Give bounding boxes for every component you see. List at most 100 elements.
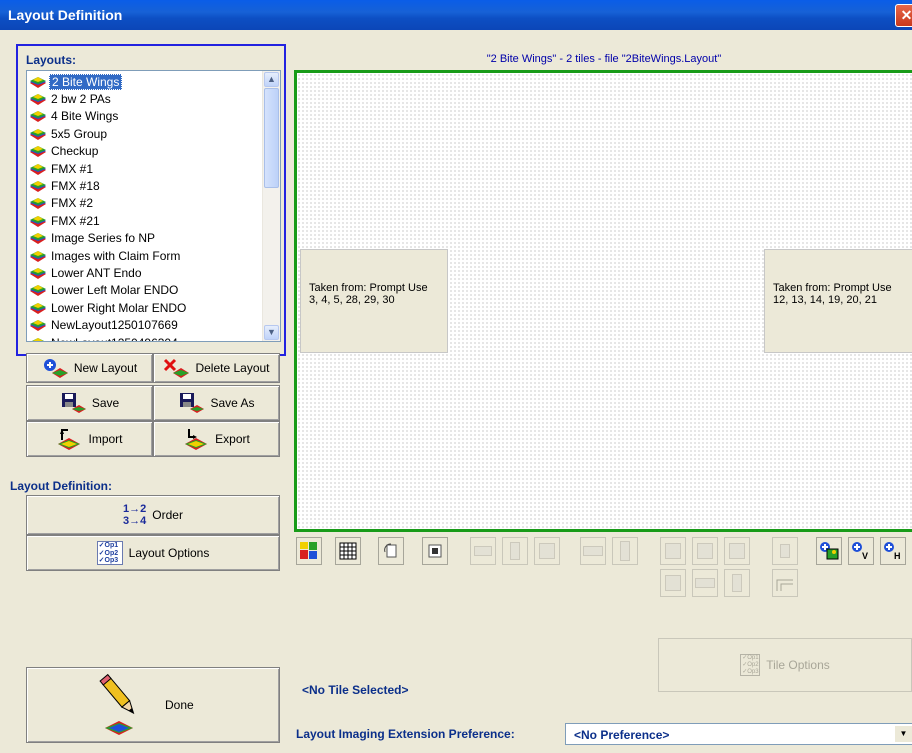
layout-list-item-label: NewLayout1250107669 bbox=[51, 318, 178, 333]
layout-list-item-label: NewLayout1250496304 bbox=[49, 336, 180, 341]
add-horizontal-icon[interactable]: H bbox=[880, 537, 906, 565]
layout-list-item[interactable]: FMX #21 bbox=[27, 212, 265, 229]
new-layout-icon bbox=[43, 359, 68, 378]
option-line-2: ✓Op2 bbox=[98, 549, 119, 557]
delete-layout-button[interactable]: Delete Layout bbox=[153, 353, 280, 383]
align-top-right-icon[interactable] bbox=[724, 537, 750, 565]
layouts-list-items: 2 Bite Wings 2 bw 2 PAs 4 Bite Wings 5x5 Gr… bbox=[27, 73, 265, 341]
layout-list-item-label: FMX #18 bbox=[51, 179, 100, 194]
layout-stack-icon bbox=[27, 301, 49, 315]
layout-list-item-label: Lower Left Molar ENDO bbox=[51, 283, 179, 298]
tile-option-line-2: ✓Op2 bbox=[742, 662, 759, 668]
add-vertical-icon[interactable]: V bbox=[848, 537, 874, 565]
align-top-center-icon[interactable] bbox=[692, 537, 718, 565]
layout-list-item-label: FMX #1 bbox=[51, 161, 94, 176]
tile-option-line-3: ✓Op3 bbox=[742, 669, 759, 675]
svg-text:H: H bbox=[894, 551, 901, 561]
layout-list-item[interactable]: Image Series fo NP bbox=[27, 230, 265, 247]
layout-options-button[interactable]: ✓Op1 ✓Op2 ✓Op3 Layout Options bbox=[26, 535, 280, 571]
layout-list-item[interactable]: Checkup bbox=[27, 143, 265, 160]
scroll-up-icon[interactable]: ▲ bbox=[264, 72, 279, 87]
layout-list-item[interactable]: NewLayout1250496304 bbox=[27, 334, 265, 341]
tile-2-teeth: 12, 13, 14, 19, 20, 21 bbox=[773, 294, 877, 306]
layout-list-item[interactable]: 4 Bite Wings bbox=[27, 108, 265, 125]
done-button[interactable]: Done bbox=[26, 667, 280, 743]
layout-list-item[interactable]: 2 Bite Wings bbox=[27, 73, 265, 90]
new-layout-label: New Layout bbox=[73, 361, 138, 375]
layout-vertical-icon[interactable] bbox=[502, 537, 528, 565]
layout-tall-icon[interactable] bbox=[612, 537, 638, 565]
order-icon: 1→2 3→4 bbox=[123, 503, 146, 527]
layout-list-item[interactable]: NewLayout1250107669 bbox=[27, 316, 265, 333]
layout-square-icon[interactable] bbox=[534, 537, 560, 565]
layout-wide-icon[interactable] bbox=[580, 537, 606, 565]
layout-list-item[interactable]: FMX #2 bbox=[27, 195, 265, 212]
align-top-left-icon[interactable] bbox=[660, 537, 686, 565]
import-button[interactable]: Import bbox=[26, 421, 153, 457]
order-button[interactable]: 1→2 3→4 Order bbox=[26, 495, 280, 535]
export-icon bbox=[185, 429, 208, 450]
rotate-tile-icon[interactable] bbox=[378, 537, 404, 565]
layout-stack-icon bbox=[27, 75, 49, 89]
order-label: Order bbox=[152, 508, 183, 522]
preference-value: <No Preference> bbox=[574, 728, 670, 742]
layout-stack-icon bbox=[27, 283, 49, 297]
align-bottom-right-icon[interactable] bbox=[724, 569, 750, 597]
layouts-list[interactable]: 2 Bite Wings 2 bw 2 PAs 4 Bite Wings 5x5 Gr… bbox=[26, 70, 281, 342]
align-bottom-left-icon[interactable] bbox=[660, 569, 686, 597]
tile-size-icon[interactable] bbox=[772, 537, 798, 565]
svg-text:V: V bbox=[862, 551, 868, 561]
tile-status: <No Tile Selected> bbox=[302, 683, 409, 697]
layout-stack-icon bbox=[27, 249, 49, 263]
layout-list-item-label: Lower Right Molar ENDO bbox=[51, 300, 187, 315]
layout-list-item[interactable]: 2 bw 2 PAs bbox=[27, 90, 265, 107]
layout-list-item-label: 2 Bite Wings bbox=[49, 73, 123, 90]
layout-tile-1[interactable]: Taken from: Prompt Use 3, 4, 5, 28, 29, … bbox=[300, 249, 448, 353]
flip-tile-icon[interactable] bbox=[422, 537, 448, 565]
save-as-label: Save As bbox=[210, 396, 255, 410]
close-button[interactable]: ✕ bbox=[895, 4, 912, 27]
layout-list-item[interactable]: FMX #18 bbox=[27, 177, 265, 194]
save-label: Save bbox=[91, 396, 120, 410]
layout-canvas[interactable]: Taken from: Prompt Use 3, 4, 5, 28, 29, … bbox=[294, 70, 912, 532]
window-title-bar: Layout Definition ✕ bbox=[0, 0, 912, 30]
layout-list-item[interactable]: Lower Left Molar ENDO bbox=[27, 282, 265, 299]
grid-icon[interactable] bbox=[335, 537, 361, 565]
layout-list-item[interactable]: FMX #1 bbox=[27, 160, 265, 177]
tile-options-icon: ✓Op1 ✓Op2 ✓Op3 bbox=[740, 654, 761, 676]
new-layout-button[interactable]: New Layout bbox=[26, 353, 153, 383]
tile-options-button[interactable]: ✓Op1 ✓Op2 ✓Op3 Tile Options bbox=[658, 638, 912, 692]
layout-definition-label: Layout Definition: bbox=[10, 479, 112, 493]
layout-stack-icon bbox=[27, 266, 49, 280]
add-image-icon[interactable] bbox=[816, 537, 842, 565]
dropdown-arrow-icon[interactable]: ▼ bbox=[895, 726, 912, 742]
layout-list-item-label: 4 Bite Wings bbox=[51, 109, 119, 124]
layout-list-item[interactable]: Lower Right Molar ENDO bbox=[27, 299, 265, 316]
layout-list-item[interactable]: Images with Claim Form bbox=[27, 247, 265, 264]
preference-label: Layout Imaging Extension Preference: bbox=[296, 727, 515, 741]
layout-tile-2[interactable]: Taken from: Prompt Use 12, 13, 14, 19, 2… bbox=[764, 249, 912, 353]
save-icon bbox=[61, 393, 86, 413]
layout-stack-icon bbox=[27, 162, 49, 176]
option-line-1: ✓Op1 bbox=[98, 542, 119, 549]
tile-corner-icon[interactable] bbox=[772, 569, 798, 597]
align-bottom-center-icon[interactable] bbox=[692, 569, 718, 597]
layout-stack-icon bbox=[27, 214, 49, 228]
save-button[interactable]: Save bbox=[26, 385, 153, 421]
layout-list-item-label: FMX #21 bbox=[51, 213, 100, 228]
layout-stack-icon bbox=[27, 231, 49, 245]
delete-layout-icon bbox=[164, 358, 190, 378]
layout-list-item[interactable]: 5x5 Group bbox=[27, 125, 265, 142]
layouts-list-scrollbar[interactable]: ▲ ▼ bbox=[262, 71, 280, 341]
preference-select[interactable]: <No Preference> ▼ bbox=[565, 723, 912, 745]
export-button[interactable]: Export bbox=[153, 421, 280, 457]
scroll-thumb[interactable] bbox=[264, 88, 279, 188]
add-tile-icon[interactable] bbox=[296, 537, 322, 565]
layouts-label: Layouts: bbox=[26, 53, 77, 67]
layout-list-item[interactable]: Lower ANT Endo bbox=[27, 264, 265, 281]
layout-list-item-label: 2 bw 2 PAs bbox=[51, 92, 111, 107]
save-as-button[interactable]: Save As bbox=[153, 385, 280, 421]
layout-list-item-label: Images with Claim Form bbox=[51, 248, 181, 263]
scroll-down-icon[interactable]: ▼ bbox=[264, 325, 279, 340]
layout-horizontal-icon[interactable] bbox=[470, 537, 496, 565]
